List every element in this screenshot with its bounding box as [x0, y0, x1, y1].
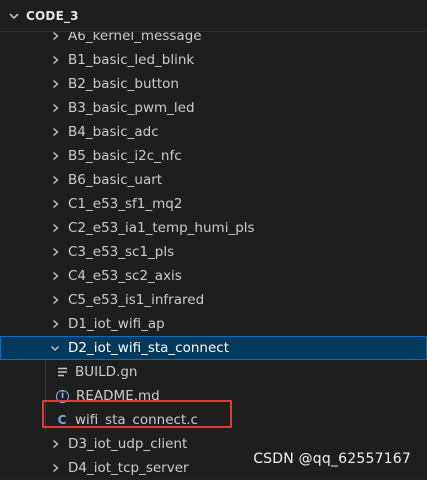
tree-item-label: D1_iot_wifi_ap	[68, 316, 165, 332]
file-readme-md[interactable]: i README.md	[0, 384, 427, 408]
tree-item-label: C5_e53_is1_infrared	[68, 292, 205, 308]
folder-d1-iot-wifi-ap[interactable]: D1_iot_wifi_ap	[0, 312, 427, 336]
folder-d2-iot-wifi-sta-connect[interactable]: D2_iot_wifi_sta_connect	[0, 336, 427, 360]
tree-item-label: B1_basic_led_blink	[68, 52, 195, 68]
chevron-right-icon	[53, 79, 59, 89]
workspace-root-label: CODE_3	[26, 8, 79, 23]
tree-item-label: D3_iot_udp_client	[68, 436, 188, 452]
folder-c4-e53-sc2-axis[interactable]: C4_e53_sc2_axis	[0, 264, 427, 288]
tree-item-label: C2_e53_ia1_temp_humi_pls	[68, 220, 255, 236]
tree-item-label: C1_e53_sf1_mq2	[68, 196, 183, 212]
tree-item-label: B4_basic_adc	[68, 124, 159, 140]
chevron-right-icon	[53, 55, 59, 65]
tree-item-label: B6_basic_uart	[68, 172, 163, 188]
chevron-right-icon	[53, 175, 59, 185]
chevron-right-icon	[53, 295, 59, 305]
chevron-right-icon	[53, 223, 59, 233]
folder-c2-e53-ia1-temp-humi-pls[interactable]: C2_e53_ia1_temp_humi_pls	[0, 216, 427, 240]
c-file-icon: C	[57, 413, 67, 427]
tree-item-label: C3_e53_sc1_pls	[68, 244, 175, 260]
chevron-down-icon	[51, 346, 59, 351]
chevron-right-icon	[53, 151, 59, 161]
chevron-right-icon	[53, 439, 59, 449]
tree-item-label: D2_iot_wifi_sta_connect	[68, 340, 229, 356]
file-tree: A6_kernel_message B1_basic_led_blink B2_ba…	[0, 24, 427, 480]
tree-item-label: C4_e53_sc2_axis	[68, 268, 182, 284]
chevron-right-icon	[53, 247, 59, 257]
chevron-right-icon	[53, 319, 59, 329]
chevron-right-icon	[53, 103, 59, 113]
folder-c5-e53-is1-infrared[interactable]: C5_e53_is1_infrared	[0, 288, 427, 312]
info-icon: i	[56, 389, 69, 403]
chevron-down-icon	[9, 12, 19, 19]
chevron-right-icon	[53, 199, 59, 209]
chevron-right-icon	[53, 127, 59, 137]
folder-c1-e53-sf1-mq2[interactable]: C1_e53_sf1_mq2	[0, 192, 427, 216]
folder-b3-basic-pwm-led[interactable]: B3_basic_pwm_led	[0, 96, 427, 120]
folder-b6-basic-uart[interactable]: B6_basic_uart	[0, 168, 427, 192]
folder-b4-basic-adc[interactable]: B4_basic_adc	[0, 120, 427, 144]
tree-item-label: BUILD.gn	[75, 364, 138, 380]
tree-item-label: wifi_sta_connect.c	[75, 412, 198, 428]
folder-c3-e53-sc1-pls[interactable]: C3_e53_sc1_pls	[0, 240, 427, 264]
watermark-text: CSDN @qq_62557167	[253, 451, 411, 467]
file-wifi-sta-connect-c[interactable]: Cwifi_sta_connect.c	[0, 408, 427, 432]
tree-item-label: B2_basic_button	[68, 76, 179, 92]
tree-item-label: B5_basic_i2c_nfc	[68, 148, 182, 164]
chevron-right-icon	[53, 31, 59, 41]
lines-icon	[56, 365, 68, 379]
tree-item-label: B3_basic_pwm_led	[68, 100, 195, 116]
file-explorer: A6_kernel_message B1_basic_led_blink B2_ba…	[0, 0, 427, 477]
chevron-right-icon	[53, 463, 59, 473]
folder-b2-basic-button[interactable]: B2_basic_button	[0, 72, 427, 96]
folder-b1-basic-led-blink[interactable]: B1_basic_led_blink	[0, 48, 427, 72]
indent-guide	[45, 360, 46, 432]
tree-item-label: README.md	[76, 388, 160, 404]
chevron-right-icon	[53, 271, 59, 281]
tree-item-label: D4_iot_tcp_server	[68, 460, 189, 476]
file-build-gn[interactable]: BUILD.gn	[0, 360, 427, 384]
explorer-root-header[interactable]: CODE_3	[0, 0, 427, 32]
folder-b5-basic-i2c-nfc[interactable]: B5_basic_i2c_nfc	[0, 144, 427, 168]
